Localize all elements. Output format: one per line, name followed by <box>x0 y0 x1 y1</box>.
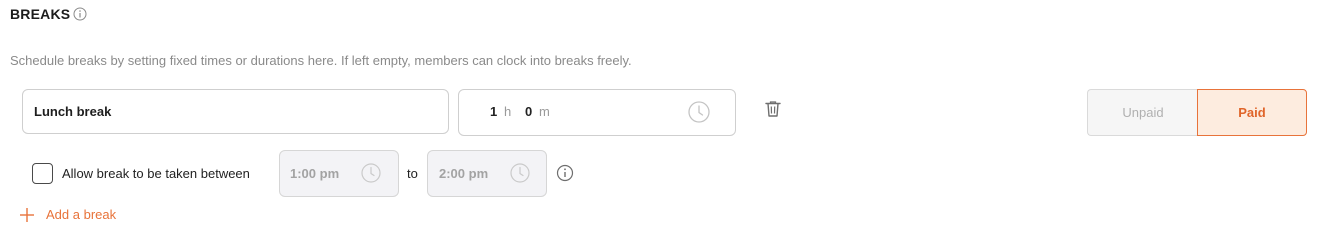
unpaid-option[interactable]: Unpaid <box>1087 89 1198 136</box>
clock-icon <box>361 163 381 183</box>
duration-hours-unit: h <box>504 104 512 119</box>
clock-icon <box>510 163 530 183</box>
plus-icon[interactable] <box>19 207 35 223</box>
info-icon[interactable] <box>556 164 574 182</box>
section-description: Schedule breaks by setting fixed times o… <box>10 53 632 68</box>
clock-icon <box>688 101 710 123</box>
allow-window-label: Allow break to be taken between <box>62 166 250 181</box>
start-time-value: 1:00 pm <box>290 166 340 181</box>
info-icon[interactable] <box>73 7 87 21</box>
duration-minutes-unit: m <box>539 104 550 119</box>
pay-type-toggle: Unpaid Paid <box>1087 89 1307 136</box>
section-title: BREAKS <box>10 6 71 22</box>
duration-minutes[interactable]: 0 <box>525 104 532 119</box>
add-break-link[interactable]: Add a break <box>46 207 116 222</box>
paid-option[interactable]: Paid <box>1197 89 1307 136</box>
duration-hours[interactable]: 1 <box>490 104 497 119</box>
trash-icon[interactable] <box>763 99 783 119</box>
end-time-value: 2:00 pm <box>439 166 489 181</box>
allow-window-checkbox[interactable] <box>32 163 53 184</box>
to-connector: to <box>407 166 418 181</box>
break-name-input[interactable] <box>22 89 449 134</box>
